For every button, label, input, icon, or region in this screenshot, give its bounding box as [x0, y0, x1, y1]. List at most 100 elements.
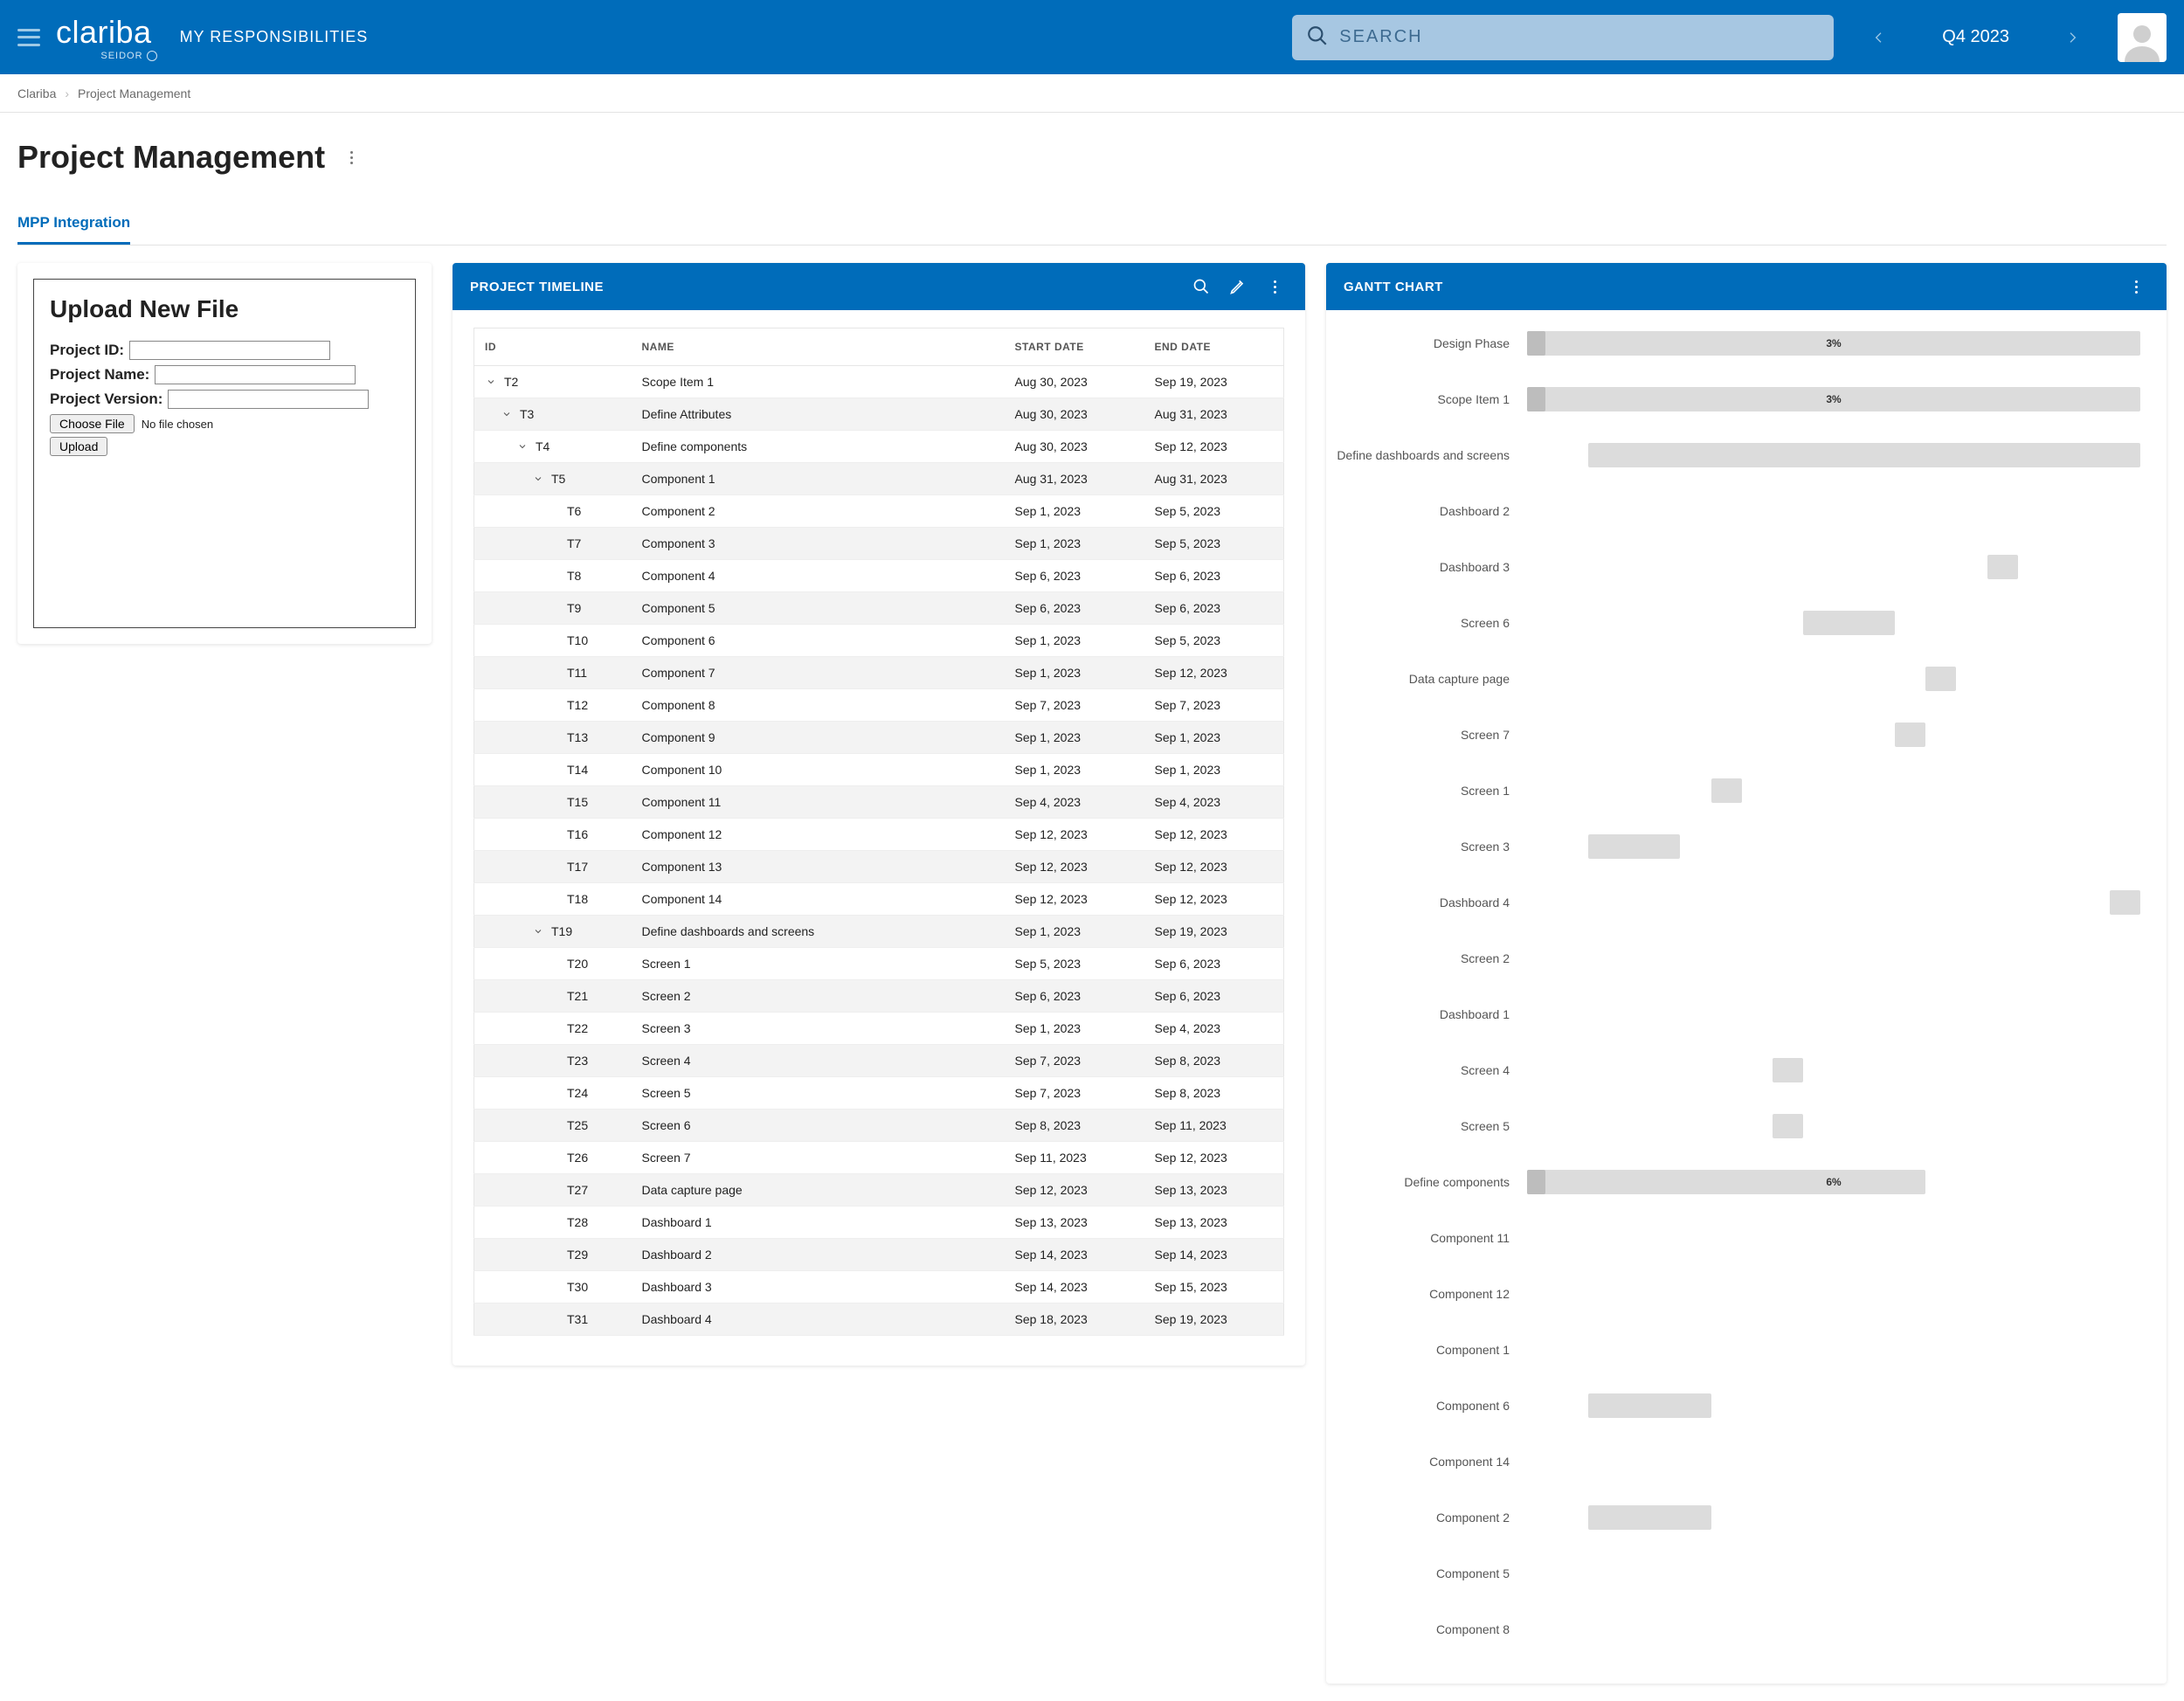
row-name: Data capture page: [632, 1174, 1005, 1207]
row-name: Component 9: [632, 722, 1005, 754]
row-end: Sep 15, 2023: [1144, 1271, 1284, 1303]
row-end: Sep 1, 2023: [1144, 754, 1284, 786]
row-name: Screen 3: [632, 1013, 1005, 1045]
timeline-card: PROJECT TIMELINE ID NAME START DATE END: [453, 263, 1305, 1366]
table-row[interactable]: T2Scope Item 1Aug 30, 2023Sep 19, 2023: [474, 366, 1284, 398]
table-row[interactable]: T31Dashboard 4Sep 18, 2023Sep 19, 2023: [474, 1303, 1284, 1336]
brand-sub: SEIDOR: [100, 51, 142, 61]
table-row[interactable]: T11Component 7Sep 1, 2023Sep 12, 2023: [474, 657, 1284, 689]
menu-icon[interactable]: [17, 29, 40, 46]
table-row[interactable]: T14Component 10Sep 1, 2023Sep 1, 2023: [474, 754, 1284, 786]
table-row[interactable]: T8Component 4Sep 6, 2023Sep 6, 2023: [474, 560, 1284, 592]
row-id: T21: [567, 989, 588, 1003]
gantt-row: Component 6: [1335, 1378, 2140, 1434]
table-row[interactable]: T22Screen 3Sep 1, 2023Sep 4, 2023: [474, 1013, 1284, 1045]
period-label[interactable]: Q4 2023: [1942, 27, 2009, 47]
col-name[interactable]: NAME: [632, 328, 1005, 366]
row-id: T17: [567, 860, 588, 874]
chevron-down-icon[interactable]: [501, 408, 513, 420]
chevron-left-icon[interactable]: [1869, 27, 1890, 48]
upload-inner: Upload New File Project ID: Project Name…: [33, 279, 416, 628]
chevron-down-icon[interactable]: [516, 440, 529, 453]
table-row[interactable]: T3Define AttributesAug 30, 2023Aug 31, 2…: [474, 398, 1284, 431]
table-row[interactable]: T23Screen 4Sep 7, 2023Sep 8, 2023: [474, 1045, 1284, 1077]
gantt-row: Define dashboards and screens: [1335, 427, 2140, 483]
col-id[interactable]: ID: [474, 328, 632, 366]
gantt-label: Component 1: [1335, 1343, 1527, 1357]
table-row[interactable]: T10Component 6Sep 1, 2023Sep 5, 2023: [474, 625, 1284, 657]
gantt-track: 3%: [1527, 331, 2140, 356]
row-end: Sep 5, 2023: [1144, 495, 1284, 528]
row-id: T31: [567, 1312, 588, 1326]
more-icon[interactable]: [341, 147, 362, 168]
row-id: T22: [567, 1021, 588, 1035]
page-title-text: Project Management: [17, 139, 325, 176]
table-row[interactable]: T4Define componentsAug 30, 2023Sep 12, 2…: [474, 431, 1284, 463]
table-row[interactable]: T12Component 8Sep 7, 2023Sep 7, 2023: [474, 689, 1284, 722]
row-end: Sep 7, 2023: [1144, 689, 1284, 722]
table-row[interactable]: T13Component 9Sep 1, 2023Sep 1, 2023: [474, 722, 1284, 754]
chevron-down-icon[interactable]: [532, 925, 544, 937]
gantt-row: Component 2: [1335, 1490, 2140, 1545]
table-row[interactable]: T21Screen 2Sep 6, 2023Sep 6, 2023: [474, 980, 1284, 1013]
breadcrumb-root[interactable]: Clariba: [17, 86, 56, 100]
row-id: T28: [567, 1215, 588, 1229]
chevron-down-icon[interactable]: [532, 473, 544, 485]
edit-icon[interactable]: [1225, 273, 1251, 300]
project-name-input[interactable]: [155, 365, 356, 384]
choose-file-button[interactable]: Choose File: [50, 414, 135, 433]
chevron-right-icon[interactable]: [2062, 27, 2083, 48]
row-id: T13: [567, 730, 588, 744]
gantt-row: Component 12: [1335, 1266, 2140, 1322]
row-name: Component 8: [632, 689, 1005, 722]
row-name: Component 4: [632, 560, 1005, 592]
table-row[interactable]: T19Define dashboards and screensSep 1, 2…: [474, 916, 1284, 948]
no-file-label: No file chosen: [142, 418, 213, 431]
search-box[interactable]: [1292, 15, 1834, 60]
table-row[interactable]: T16Component 12Sep 12, 2023Sep 12, 2023: [474, 819, 1284, 851]
table-row[interactable]: T18Component 14Sep 12, 2023Sep 12, 2023: [474, 883, 1284, 916]
gantt-bar: [1711, 778, 1742, 803]
upload-button[interactable]: Upload: [50, 437, 107, 456]
row-name: Screen 7: [632, 1142, 1005, 1174]
row-end: Sep 12, 2023: [1144, 1142, 1284, 1174]
gantt-row: Dashboard 3: [1335, 539, 2140, 595]
gantt-row: Screen 3: [1335, 819, 2140, 875]
table-row[interactable]: T27Data capture pageSep 12, 2023Sep 13, …: [474, 1174, 1284, 1207]
search-icon[interactable]: [1188, 273, 1214, 300]
col-end[interactable]: END DATE: [1144, 328, 1284, 366]
project-id-input[interactable]: [129, 341, 330, 360]
table-row[interactable]: T17Component 13Sep 12, 2023Sep 12, 2023: [474, 851, 1284, 883]
table-row[interactable]: T29Dashboard 2Sep 14, 2023Sep 14, 2023: [474, 1239, 1284, 1271]
tab-mpp-integration[interactable]: MPP Integration: [17, 205, 130, 245]
table-row[interactable]: T15Component 11Sep 4, 2023Sep 4, 2023: [474, 786, 1284, 819]
chevron-down-icon[interactable]: [485, 376, 497, 388]
avatar[interactable]: [2118, 13, 2167, 62]
table-row[interactable]: T5Component 1Aug 31, 2023Aug 31, 2023: [474, 463, 1284, 495]
gantt-row: Component 11: [1335, 1210, 2140, 1266]
row-name: Scope Item 1: [632, 366, 1005, 398]
more-icon[interactable]: [2123, 273, 2149, 300]
table-row[interactable]: T20Screen 1Sep 5, 2023Sep 6, 2023: [474, 948, 1284, 980]
gantt-track: [1527, 723, 2140, 747]
project-version-input[interactable]: [168, 390, 369, 409]
table-row[interactable]: T30Dashboard 3Sep 14, 2023Sep 15, 2023: [474, 1271, 1284, 1303]
gantt-label: Design Phase: [1335, 336, 1527, 350]
row-name: Define dashboards and screens: [632, 916, 1005, 948]
row-end: Sep 6, 2023: [1144, 592, 1284, 625]
row-name: Define components: [632, 431, 1005, 463]
table-row[interactable]: T28Dashboard 1Sep 13, 2023Sep 13, 2023: [474, 1207, 1284, 1239]
table-row[interactable]: T6Component 2Sep 1, 2023Sep 5, 2023: [474, 495, 1284, 528]
row-end: Sep 8, 2023: [1144, 1077, 1284, 1110]
search-input[interactable]: [1339, 27, 1820, 47]
col-start[interactable]: START DATE: [1005, 328, 1144, 366]
table-row[interactable]: T9Component 5Sep 6, 2023Sep 6, 2023: [474, 592, 1284, 625]
gantt-track: [1527, 555, 2140, 579]
table-row[interactable]: T25Screen 6Sep 8, 2023Sep 11, 2023: [474, 1110, 1284, 1142]
table-row[interactable]: T24Screen 5Sep 7, 2023Sep 8, 2023: [474, 1077, 1284, 1110]
table-row[interactable]: T26Screen 7Sep 11, 2023Sep 12, 2023: [474, 1142, 1284, 1174]
more-icon[interactable]: [1261, 273, 1288, 300]
nav-title[interactable]: MY RESPONSIBILITIES: [180, 28, 369, 46]
row-start: Sep 1, 2023: [1005, 1013, 1144, 1045]
table-row[interactable]: T7Component 3Sep 1, 2023Sep 5, 2023: [474, 528, 1284, 560]
